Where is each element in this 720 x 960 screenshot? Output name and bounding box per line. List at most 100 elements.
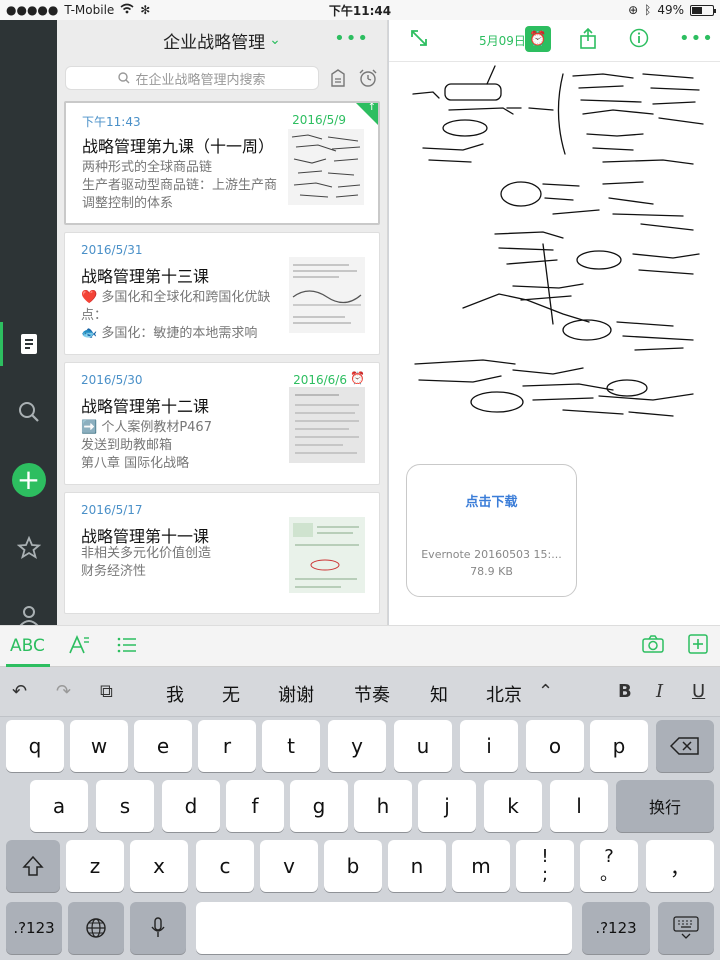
add-icon: + (11, 463, 46, 497)
candidate-word[interactable]: 我 (166, 681, 184, 707)
key-o[interactable]: o (526, 720, 584, 772)
bluetooth-icon: ᛒ (644, 3, 652, 17)
underline-button[interactable]: U (692, 681, 705, 702)
star-icon (16, 536, 41, 559)
attachment-card[interactable]: 点击下载 Evernote 20160503 15:... 78.9 KB (406, 464, 577, 597)
key-a[interactable]: a (30, 780, 88, 832)
candidate-bar: ↶ ↷ ⧉ 我 无 谢谢 节奏 知 北京 ⌃ B I U (0, 667, 720, 717)
download-link[interactable]: 点击下载 (407, 491, 576, 510)
key-j[interactable]: j (418, 780, 476, 832)
redo-icon[interactable]: ↷ (56, 681, 71, 702)
key-x[interactable]: x (130, 840, 188, 892)
note-date: 2016/5/30 (81, 373, 143, 387)
paste-icon[interactable]: ⧉ (100, 681, 113, 702)
key-e[interactable]: e (134, 720, 192, 772)
text-format-icon[interactable] (68, 634, 90, 661)
note-thumbnail (289, 517, 365, 593)
backspace-icon (670, 737, 699, 755)
rail-shortcuts[interactable] (0, 526, 57, 570)
italic-button[interactable]: I (656, 681, 663, 702)
note-card[interactable]: 2016/5/30 2016/6/6 ⏰ 战略管理第十二课 ➡️ 个人案例教材P… (64, 362, 380, 485)
key-p[interactable]: p (590, 720, 648, 772)
note-toolbar: 5月09日 ⏰ ••• (389, 20, 720, 62)
note-more-icon[interactable]: ••• (679, 28, 714, 49)
expand-icon[interactable] (409, 28, 429, 53)
abc-tab[interactable]: ABC (10, 636, 45, 656)
notebook-title[interactable]: 企业战略管理 (163, 28, 265, 53)
key-l[interactable]: l (550, 780, 608, 832)
note-card[interactable]: 2016/5/31 战略管理第十三课 ❤️ 多国化和全球化和跨国化优缺点： 🐟 … (64, 232, 380, 355)
key-g[interactable]: g (290, 780, 348, 832)
search-placeholder: 在企业战略管理内搜索 (135, 72, 266, 88)
rail-notes[interactable] (0, 322, 57, 366)
note-title: 战略管理第九课（十一周） (82, 137, 275, 156)
add-attachment-icon[interactable] (688, 634, 708, 659)
attachment-size: 78.9 KB (470, 565, 513, 578)
status-bar: ●●●●● T-Mobile ✻ 下午11:44 ⊕ ᛒ 49% (0, 0, 720, 20)
backspace-key[interactable] (656, 720, 714, 772)
battery-percent: 49% (657, 3, 684, 17)
globe-key[interactable] (68, 902, 124, 954)
candidate-word[interactable]: 北京 (486, 681, 522, 707)
bold-button[interactable]: B (618, 681, 632, 702)
key-i[interactable]: i (460, 720, 518, 772)
key-u[interactable]: u (394, 720, 452, 772)
key-exclaim-semicolon[interactable]: !; (516, 840, 574, 892)
key-comma[interactable]: ， (646, 840, 714, 892)
candidate-word[interactable]: 知 (430, 681, 448, 707)
space-key[interactable] (196, 902, 572, 954)
note-snippet: 两种形式的全球商品链 生产者驱动型商品链：上游生产商调整控制的体系 (82, 160, 278, 211)
numbers-key-right[interactable]: .?123 (582, 902, 650, 954)
notebook-filter-icon[interactable] (327, 67, 349, 89)
key-b[interactable]: b (324, 840, 382, 892)
note-reminder-date[interactable]: 5月09日 (479, 32, 526, 49)
hide-keyboard-key[interactable] (658, 902, 714, 954)
key-w[interactable]: w (70, 720, 128, 772)
microphone-icon (151, 917, 165, 937)
key-z[interactable]: z (66, 840, 124, 892)
camera-icon[interactable] (642, 634, 664, 659)
reminder-date: 2016/5/9 (292, 113, 346, 127)
key-m[interactable]: m (452, 840, 510, 892)
rail-search[interactable] (0, 390, 57, 434)
candidate-word[interactable]: 节奏 (354, 681, 390, 707)
search-input[interactable]: 在企业战略管理内搜索 (65, 66, 319, 90)
key-q[interactable]: q (6, 720, 64, 772)
key-t[interactable]: t (262, 720, 320, 772)
key-n[interactable]: n (388, 840, 446, 892)
key-r[interactable]: r (198, 720, 256, 772)
carrier-label: T-Mobile (64, 3, 115, 17)
chevron-up-icon[interactable]: ⌃ (538, 681, 553, 702)
handwritten-notes-image (403, 64, 709, 420)
key-s[interactable]: s (96, 780, 154, 832)
candidate-word[interactable]: 无 (222, 681, 240, 707)
search-row: 在企业战略管理内搜索 (57, 60, 387, 96)
key-v[interactable]: v (260, 840, 318, 892)
key-question-period[interactable]: ?。 (580, 840, 638, 892)
shift-key[interactable] (6, 840, 60, 892)
key-c[interactable]: c (196, 840, 254, 892)
list-format-icon[interactable] (116, 634, 138, 661)
candidate-word[interactable]: 谢谢 (278, 681, 314, 707)
note-card[interactable]: 下午11:43 2016/5/9 ↑ 战略管理第九课（十一周） 两种形式的全球商… (64, 101, 380, 225)
share-icon[interactable] (579, 27, 597, 55)
key-y[interactable]: y (328, 720, 386, 772)
reminder-alarm-icon[interactable]: ⏰ (525, 26, 551, 52)
note-card[interactable]: 2016/5/17 战略管理第十一课 非相关多元化价值创造 财务经济性 (64, 492, 380, 614)
numbers-key-left[interactable]: .?123 (6, 902, 62, 954)
dictation-key[interactable] (130, 902, 186, 954)
key-d[interactable]: d (162, 780, 220, 832)
key-f[interactable]: f (226, 780, 284, 832)
reminder-filter-icon[interactable] (357, 67, 379, 89)
key-h[interactable]: h (354, 780, 412, 832)
info-icon[interactable] (629, 28, 649, 53)
note-snippet: ❤️ 多国化和全球化和跨国化优缺点： 🐟 多国化：敏捷的本地需求响 (81, 290, 271, 341)
note-list-panel: 企业战略管理 ⌄ ••• 在企业战略管理内搜索 下午11:43 2016/5/9… (57, 20, 388, 625)
list-more-button[interactable]: ••• (334, 28, 369, 49)
rail-new-note[interactable]: + (0, 458, 57, 502)
note-date: 2016/5/31 (81, 243, 143, 257)
return-key[interactable]: 换行 (616, 780, 714, 832)
chevron-down-icon[interactable]: ⌄ (269, 32, 281, 48)
undo-icon[interactable]: ↶ (12, 681, 27, 702)
key-k[interactable]: k (484, 780, 542, 832)
